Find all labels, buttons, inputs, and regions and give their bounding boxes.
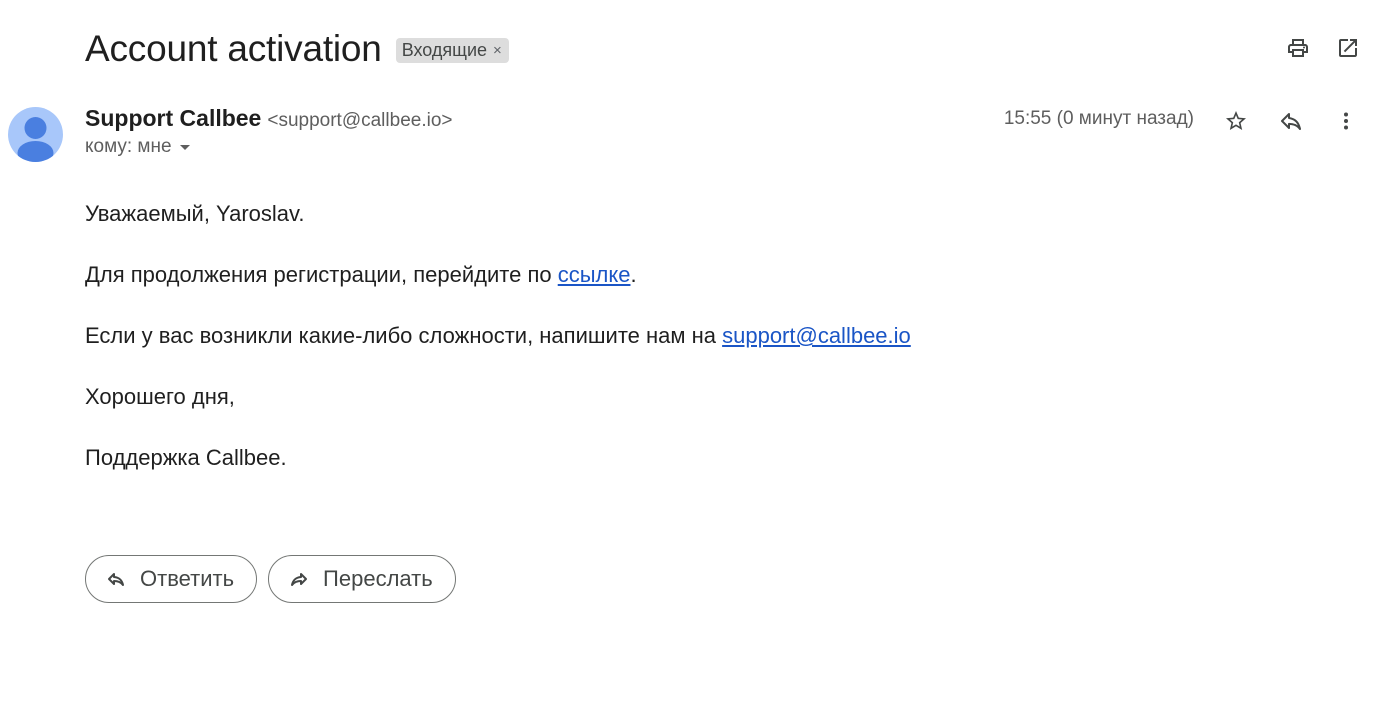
print-button[interactable] bbox=[1286, 36, 1310, 60]
body-paragraph-support: Если у вас возникли какие-либо сложности… bbox=[85, 322, 911, 349]
reply-action-button[interactable]: Ответить bbox=[85, 555, 258, 603]
reply-action-label: Ответить bbox=[140, 566, 235, 591]
registration-link[interactable]: ссылке bbox=[558, 262, 631, 287]
support-email-link[interactable]: support@callbee.io bbox=[722, 323, 911, 348]
body-closing: Хорошего дня, bbox=[85, 384, 235, 409]
forward-icon bbox=[291, 573, 308, 586]
label-chip-text: Входящие bbox=[401, 39, 488, 60]
registration-suffix: . bbox=[630, 262, 637, 287]
message-actions bbox=[1224, 109, 1358, 133]
person-avatar-icon bbox=[17, 117, 54, 162]
support-text: Если у вас возникли какие-либо сложности… bbox=[85, 323, 723, 348]
open-in-new-icon bbox=[1339, 39, 1357, 57]
recipient-details-toggle[interactable]: кому: мне bbox=[85, 136, 190, 158]
reply-icon bbox=[1281, 113, 1301, 130]
print-icon bbox=[1288, 39, 1308, 57]
body-paragraph-registration: Для продолжения регистрации, перейдите п… bbox=[85, 261, 911, 288]
star-button[interactable] bbox=[1224, 109, 1248, 133]
reply-icon bbox=[108, 573, 124, 586]
sender-line: Support Callbee <support@callbee.io> bbox=[85, 105, 453, 132]
email-view: Account activation Входящие × Support Ca… bbox=[0, 0, 1378, 719]
body-signature: Поддержка Callbee. bbox=[85, 445, 287, 470]
email-subject: Account activation bbox=[85, 28, 382, 69]
top-toolbar bbox=[1286, 36, 1360, 60]
registration-text: Для продолжения регистрации, перейдите п… bbox=[85, 262, 558, 287]
remove-label-icon[interactable]: × bbox=[493, 38, 502, 63]
open-in-new-window-button[interactable] bbox=[1336, 36, 1360, 60]
email-timestamp: 15:55 (0 минут назад) bbox=[1003, 108, 1194, 129]
star-icon bbox=[1226, 111, 1246, 130]
more-vert-icon bbox=[1344, 112, 1348, 130]
label-chip-inbox[interactable]: Входящие × bbox=[395, 37, 509, 63]
sender-name[interactable]: Support Callbee bbox=[85, 105, 261, 132]
reply-forward-actions: Ответить Переслать bbox=[85, 555, 456, 603]
reply-button[interactable] bbox=[1279, 109, 1303, 133]
forward-action-button[interactable]: Переслать bbox=[268, 555, 456, 603]
sender-email: <support@callbee.io> bbox=[267, 110, 453, 131]
chevron-down-icon[interactable] bbox=[179, 144, 190, 150]
forward-action-label: Переслать bbox=[323, 566, 433, 591]
more-options-button[interactable] bbox=[1334, 109, 1358, 133]
email-body: Уважаемый, Yaroslav. Для продолжения рег… bbox=[85, 200, 911, 505]
subject-row: Account activation Входящие × bbox=[85, 26, 509, 72]
recipient-text: кому: мне bbox=[85, 136, 172, 157]
sender-avatar[interactable] bbox=[8, 107, 63, 162]
body-greeting: Уважаемый, Yaroslav. bbox=[85, 201, 305, 226]
